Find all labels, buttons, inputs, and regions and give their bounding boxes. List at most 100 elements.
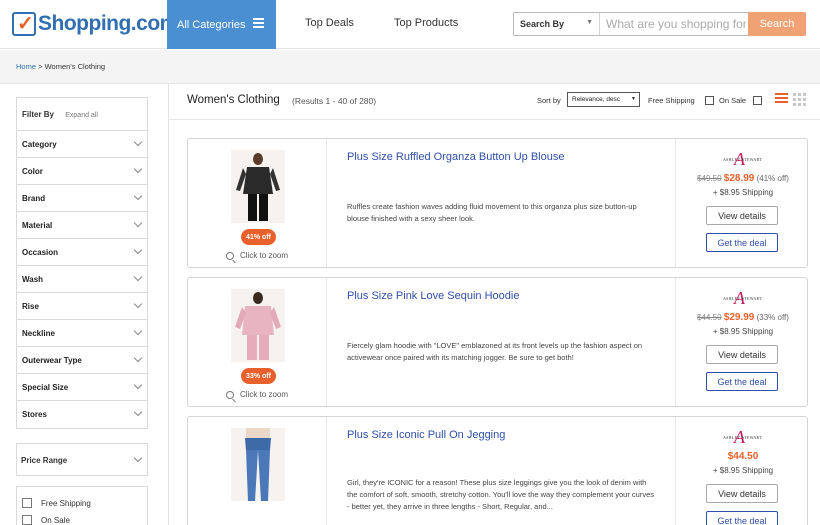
on-sale-toggle-checkbox[interactable] [753, 96, 762, 105]
product-title-link[interactable]: Plus Size Iconic Pull On Jegging [347, 429, 505, 441]
chevron-down-icon [133, 380, 143, 390]
filter-material[interactable]: Material [17, 212, 147, 239]
chevron-down-icon [133, 218, 143, 228]
view-details-button[interactable]: View details [706, 206, 778, 225]
shipping-cost: + $8.95 Shipping [712, 466, 774, 475]
view-details-button[interactable]: View details [706, 484, 778, 503]
get-the-deal-button[interactable]: Get the deal [706, 511, 778, 525]
filter-label: Special Size [22, 383, 69, 392]
filter-rise[interactable]: Rise [17, 293, 147, 320]
offer-column: A ASHLEY STEWART $49.50 $28.99 (41% off)… [675, 139, 809, 267]
filter-neckline[interactable]: Neckline [17, 320, 147, 347]
product-image[interactable] [231, 289, 285, 362]
free-shipping-checkbox[interactable] [22, 498, 32, 508]
chevron-down-icon [133, 191, 143, 201]
chevron-down-icon [133, 245, 143, 255]
top-products-link[interactable]: Top Products [394, 17, 458, 29]
product-image[interactable] [231, 150, 285, 223]
filter-by-label: Filter By [22, 110, 55, 119]
sort-value: Relevance, desc [572, 96, 621, 103]
site-header: ✓ Shopping.com ® All Categories Top Deal… [0, 0, 820, 49]
sort-by-dropdown[interactable]: Relevance, desc ▼ [567, 92, 640, 107]
all-categories-label: All Categories [177, 18, 246, 31]
filter-wash[interactable]: Wash [17, 266, 147, 293]
logo-text: Shopping.com [38, 12, 178, 35]
filter-outerwear-type[interactable]: Outerwear Type [17, 347, 147, 374]
filter-label: Rise [22, 302, 39, 311]
filter-label: Category [22, 140, 57, 149]
click-to-zoom[interactable]: Click to zoom [226, 251, 288, 260]
filter-brand[interactable]: Brand [17, 185, 147, 212]
on-sale-checkbox[interactable] [22, 515, 32, 525]
filter-occasion[interactable]: Occasion [17, 239, 147, 266]
filter-category[interactable]: Category [17, 131, 147, 158]
product-card: 41% off Click to zoom Plus Size Ruffled … [187, 138, 808, 268]
sale-price: $29.99 [723, 312, 755, 323]
click-to-zoom[interactable]: Click to zoom [226, 390, 288, 399]
product-image[interactable] [231, 428, 285, 501]
divider [169, 119, 820, 120]
shipping-cost: + $8.95 Shipping [712, 188, 774, 197]
filter-label: Outerwear Type [22, 356, 82, 365]
view-details-button[interactable]: View details [706, 345, 778, 364]
on-sale-label: On Sale [41, 515, 70, 525]
site-logo[interactable]: ✓ Shopping.com ® [12, 10, 184, 38]
zoom-label: Click to zoom [240, 251, 289, 260]
chevron-down-icon [133, 299, 143, 309]
grid-view-icon[interactable] [793, 93, 806, 106]
sort-by-label: Sort by [537, 96, 561, 105]
product-title-link[interactable]: Plus Size Pink Love Sequin Hoodie [347, 290, 519, 302]
chevron-down-icon [133, 407, 143, 417]
chevron-down-icon [133, 453, 143, 463]
product-description: Ruffles create fashion waves adding flui… [347, 202, 637, 223]
search-button[interactable]: Search [748, 12, 806, 36]
ashley-stewart-logo[interactable]: A ASHLEY STEWART [720, 288, 765, 308]
sale-price: $28.99 [723, 173, 755, 184]
discount-badge: 33% off [241, 368, 276, 384]
filter-stores[interactable]: Stores [17, 401, 147, 428]
discount-percent: (41% off) [756, 174, 789, 183]
list-view-icon[interactable] [775, 93, 788, 105]
product-card: Plus Size Iconic Pull On Jegging Girl, t… [187, 416, 808, 525]
filter-color[interactable]: Color [17, 158, 147, 185]
filter-special-size[interactable]: Special Size [17, 374, 147, 401]
free-shipping-option[interactable]: Free Shipping [22, 498, 91, 508]
product-image-column: 33% off Click to zoom [188, 278, 327, 406]
ashley-stewart-logo[interactable]: A ASHLEY STEWART [720, 149, 765, 169]
search-by-label: Search By [520, 19, 565, 29]
price-line: $49.50 $28.99 (41% off) [676, 173, 810, 184]
on-sale-option[interactable]: On Sale [22, 515, 70, 525]
get-the-deal-button[interactable]: Get the deal [706, 372, 778, 391]
price-range-filter[interactable]: Price Range [16, 443, 148, 476]
ashley-stewart-logo[interactable]: A ASHLEY STEWART [720, 427, 765, 447]
checkbox-logo-icon: ✓ [12, 12, 36, 36]
results-count: (Results 1 - 40 of 280) [292, 96, 377, 106]
all-categories-button[interactable]: All Categories [167, 0, 276, 49]
filter-header: Filter By Expand all [17, 98, 147, 131]
original-price: $49.50 [697, 174, 722, 183]
top-deals-link[interactable]: Top Deals [305, 17, 354, 29]
price-line: $44.50 $29.99 (33% off) [676, 312, 810, 323]
chevron-down-icon [133, 353, 143, 363]
free-shipping-label: Free Shipping [41, 498, 91, 508]
breadcrumb-separator: > [38, 62, 43, 71]
filter-label: Stores [22, 410, 47, 419]
zoom-label: Click to zoom [240, 390, 289, 399]
discount-badge: 41% off [241, 229, 276, 245]
breadcrumb-home-link[interactable]: Home [16, 62, 36, 71]
breadcrumb: Home > Women's Clothing [16, 62, 105, 71]
get-the-deal-button[interactable]: Get the deal [706, 233, 778, 252]
product-description: Fiercely glam hoodie with "LOVE" emblazo… [347, 341, 643, 362]
free-shipping-toggle-checkbox[interactable] [705, 96, 714, 105]
expand-all-link[interactable]: Expand all [65, 112, 98, 119]
filter-label: Wash [22, 275, 44, 284]
offer-column: A ASHLEY STEWART $44.50 $29.99 (33% off)… [675, 278, 809, 406]
on-sale-toggle-label: On Sale [719, 96, 747, 105]
search-input[interactable] [606, 13, 746, 35]
caret-down-icon: ▼ [586, 19, 593, 26]
sale-price: $44.50 [727, 451, 759, 462]
search-by-dropdown[interactable]: Search By ▼ [514, 13, 600, 35]
caret-down-icon: ▼ [631, 96, 636, 102]
offer-column: A ASHLEY STEWART $44.50 + $8.95 Shipping… [675, 417, 809, 525]
product-title-link[interactable]: Plus Size Ruffled Organza Button Up Blou… [347, 151, 564, 163]
